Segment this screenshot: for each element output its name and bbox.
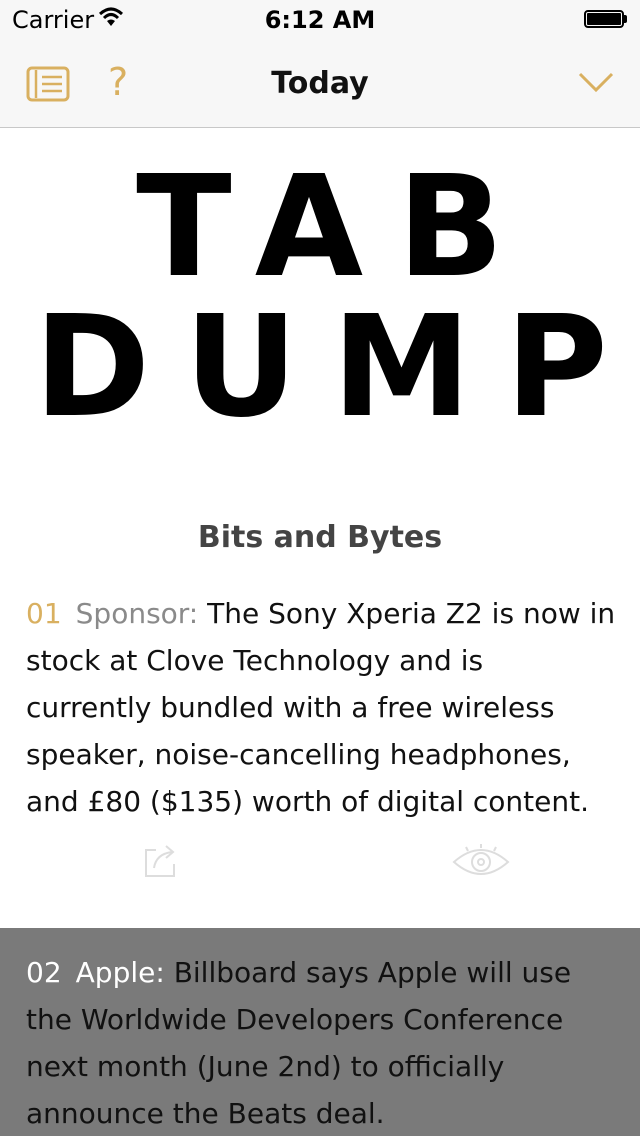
- item-source: Sponsor:: [75, 597, 199, 630]
- section-title: Bits and Bytes: [197, 520, 443, 555]
- battery-icon: [584, 10, 628, 28]
- list-item[interactable]: 02 Apple: Billboard says Apple will use t…: [26, 949, 616, 1137]
- logo-line-2: DUMP: [34, 286, 640, 449]
- status-bar: Carrier 6:12 AM: [0, 0, 640, 40]
- clock: 6:12 AM: [264, 6, 376, 34]
- nav-bar: ? Today: [0, 40, 640, 128]
- item-number: 02: [26, 956, 62, 989]
- chevron-down-icon[interactable]: [578, 70, 614, 94]
- list-item[interactable]: 01 Sponsor: The Sony Xperia Z2 is now in …: [26, 590, 616, 825]
- eye-icon[interactable]: [452, 844, 510, 880]
- logo-line-1: TAB: [136, 146, 538, 309]
- share-icon[interactable]: [142, 842, 178, 880]
- page-title: Today: [271, 66, 369, 101]
- item-source: Apple:: [75, 956, 165, 989]
- item-number: 01: [26, 597, 62, 630]
- item-text: The Sony Xperia Z2 is now in stock at Cl…: [26, 597, 616, 818]
